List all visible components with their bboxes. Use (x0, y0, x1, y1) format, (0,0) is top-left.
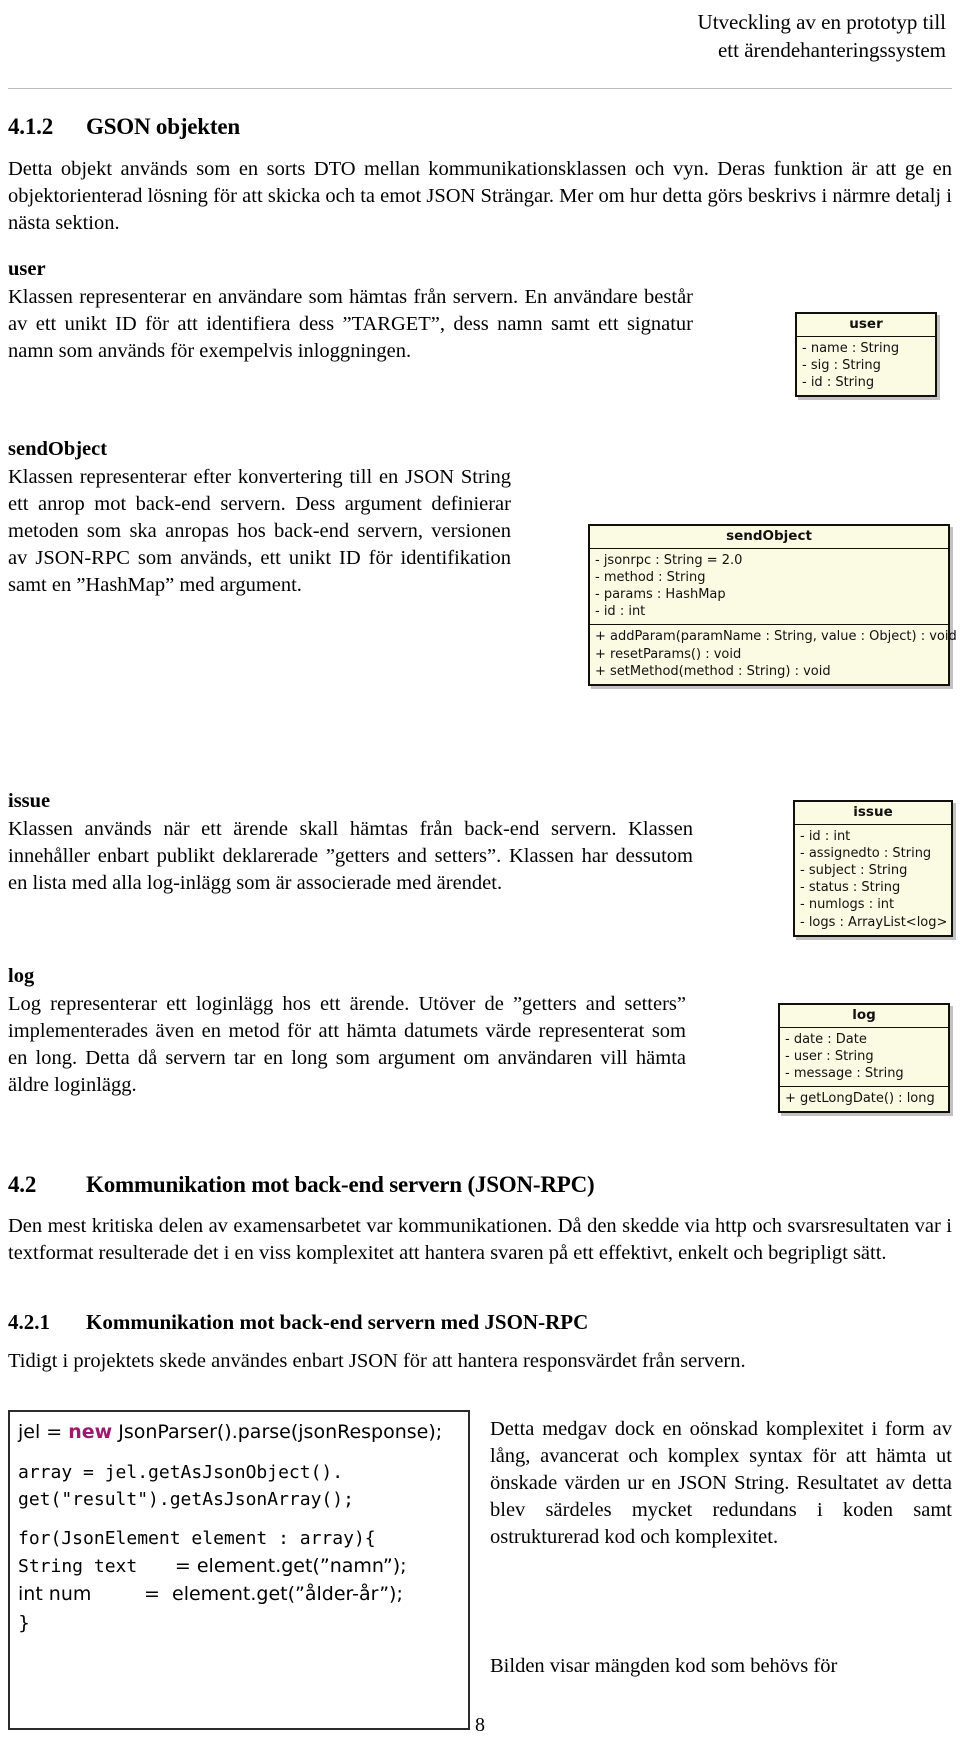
uml-issue-title: issue (795, 802, 951, 825)
uml-sendobject-attr: - id : int (595, 604, 646, 620)
heading-4-2: 4.2 Kommunikation mot back-end servern (J… (8, 1172, 595, 1198)
uml-user-title: user (797, 314, 935, 337)
uml-issue-attr: - subject : String (800, 863, 908, 879)
header-divider (8, 88, 952, 89)
heading-4-1-2-title: GSON objekten (86, 114, 240, 139)
paragraph-issue: Klassen används när ett ärende skall häm… (8, 818, 693, 895)
code-keyword-new: new (68, 1421, 113, 1443)
uml-log-methods: + getLongDate() : long (780, 1086, 948, 1111)
paragraph-4-2-1-right-2: Bilden visar mängden kod som behövs för (490, 1655, 838, 1677)
code-line-1: jel = new JsonParser().parse(jsonRespons… (18, 1418, 462, 1447)
uml-sendobject-method: + resetParams() : void (595, 646, 742, 662)
paragraph-log: Log representerar ett loginlägg hos ett … (8, 993, 686, 1097)
uml-log-method: + getLongDate() : long (785, 1091, 935, 1107)
uml-sendobject-title: sendObject (590, 526, 948, 549)
code-line-5-declaration: String text (18, 1555, 159, 1577)
code-line-1-part-a: jel = (18, 1421, 69, 1443)
code-line-2: array = jel.getAsJsonObject(). (18, 1461, 344, 1483)
uml-sendobject-attr: - jsonrpc : String = 2.0 (595, 552, 743, 568)
paragraph-4-2-1-right: Detta medgav dock en oönskad komplexitet… (490, 1418, 952, 1549)
subheading-sendobject: sendObject (8, 438, 108, 460)
subheading-log: log (8, 965, 35, 987)
code-line-1-part-b: JsonParser().parse(jsonResponse); (112, 1421, 443, 1443)
paragraph-sendobject: Klassen representerar efter konvertering… (8, 466, 511, 597)
paragraph-4-2-1-intro: Tidigt i projektets skede användes enbar… (8, 1350, 746, 1372)
paragraph-user: Klassen representerar en användare som h… (8, 286, 693, 363)
header-line-2: ett ärendehanteringssystem (717, 38, 946, 63)
uml-issue-attributes: - id : int - assignedto : String - subje… (795, 825, 951, 935)
code-line-6: int num = element.get(”ålder-år”); (18, 1580, 462, 1609)
document-page: Utveckling av en prototyp till ett ärend… (0, 0, 960, 1751)
paragraph-gson-intro: Detta objekt används som en sorts DTO me… (8, 158, 952, 235)
code-line-6-declaration: int num (18, 1583, 92, 1605)
subheading-issue: issue (8, 790, 51, 812)
uml-sendobject-methods: + addParam(paramName : String, value : O… (590, 624, 957, 683)
page-header: Utveckling av en prototyp till ett ärend… (386, 8, 946, 65)
uml-user-attributes: - name : String - sig : String - id : St… (797, 337, 935, 395)
uml-class-user: user - name : String - sig : String - id… (795, 312, 937, 398)
uml-log-attr: - date : Date (785, 1031, 867, 1047)
uml-log-title: log (780, 1005, 948, 1028)
uml-sendobject-method: + setMethod(method : String) : void (595, 663, 831, 679)
uml-log-attributes: - date : Date - user : String - message … (780, 1028, 948, 1086)
uml-issue-attr: - assignedto : String (800, 846, 932, 861)
uml-sendobject-attributes: - jsonrpc : String = 2.0 - method : Stri… (590, 549, 948, 625)
uml-user-attr: - id : String (802, 375, 875, 391)
heading-4-2-1-number: 4.2.1 (8, 1310, 50, 1334)
uml-sendobject-attr: - params : HashMap (595, 587, 726, 603)
subheading-user: user (8, 258, 46, 280)
uml-issue-attr: - id : int (800, 828, 851, 844)
uml-user-attr: - name : String (802, 340, 900, 356)
code-line-3: get("result").getAsJsonArray(); (18, 1488, 354, 1510)
heading-4-2-number: 4.2 (8, 1172, 37, 1197)
uml-issue-attr: - status : String (800, 880, 901, 896)
code-line-4: for(JsonElement element : array){ (18, 1527, 376, 1549)
uml-issue-attr: - logs : ArrayList<log> (800, 914, 948, 930)
code-line-5: String text = element.get(”namn”); (18, 1552, 462, 1581)
heading-4-1-2: 4.1.2 GSON objekten (8, 114, 240, 140)
code-line-7: } (18, 1611, 31, 1634)
uml-log-attr: - user : String (785, 1049, 874, 1064)
page-number: 8 (475, 1714, 485, 1736)
uml-issue-attr: - numlogs : int (800, 897, 895, 913)
uml-sendobject-attr: - method : String (595, 570, 706, 585)
code-snippet-block: jel = new JsonParser().parse(jsonRespons… (8, 1410, 470, 1730)
heading-4-1-2-number: 4.1.2 (8, 114, 54, 139)
code-line-6-expression: = element.get(”ålder-år”); (144, 1583, 403, 1605)
uml-sendobject-method: + addParam(paramName : String, value : O… (595, 629, 957, 645)
uml-user-attr: - sig : String (802, 358, 881, 373)
heading-4-2-title: Kommunikation mot back-end servern (JSON… (86, 1172, 595, 1197)
uml-class-log: log - date : Date - user : String - mess… (778, 1003, 950, 1114)
paragraph-4-2: Den mest kritiska delen av examensarbete… (8, 1215, 952, 1265)
heading-4-2-1: 4.2.1 Kommunikation mot back-end servern … (8, 1310, 588, 1335)
header-line-1: Utveckling av en prototyp till (697, 10, 946, 34)
uml-class-sendobject: sendObject - jsonrpc : String = 2.0 - me… (588, 524, 957, 686)
uml-class-issue: issue - id : int - assignedto : String -… (793, 800, 953, 937)
uml-log-attr: - message : String (785, 1066, 904, 1082)
heading-4-2-1-title: Kommunikation mot back-end servern med J… (86, 1310, 589, 1334)
code-line-5-expression: = element.get(”namn”); (174, 1554, 407, 1577)
